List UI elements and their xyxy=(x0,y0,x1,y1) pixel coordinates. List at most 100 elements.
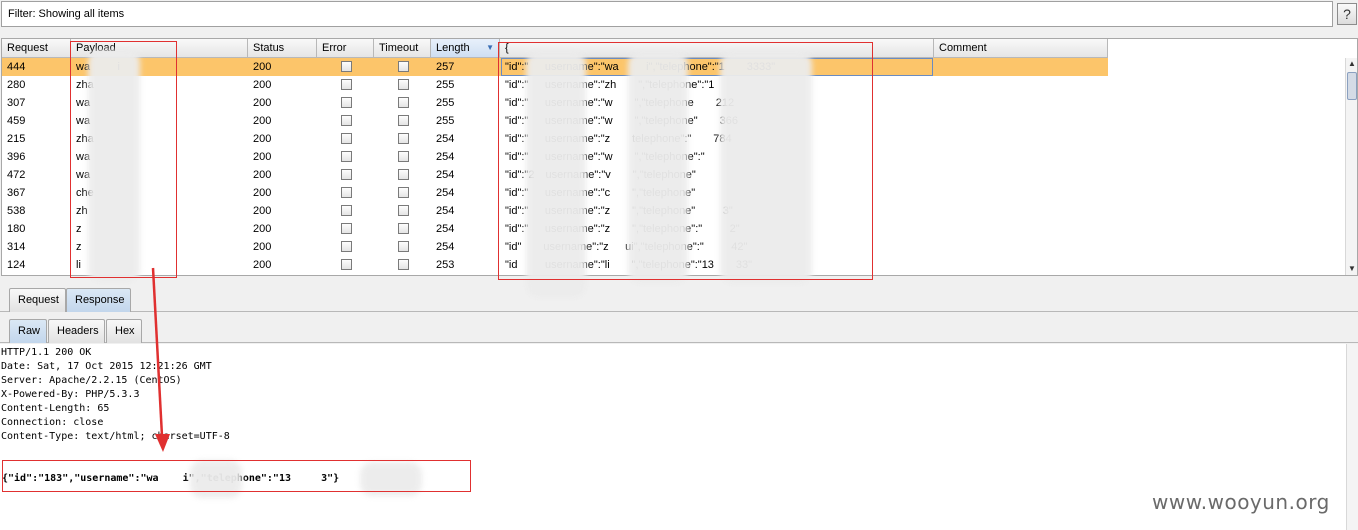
cell-extract: "id":" username":"z telephone":" 784 xyxy=(505,133,732,145)
error-checkbox[interactable] xyxy=(341,151,352,162)
watermark: www.wooyun.org xyxy=(1152,490,1330,514)
cell-request: 538 xyxy=(7,205,26,217)
table-row[interactable]: 314 z 200 254 "id" username":"z ui","telepho… xyxy=(2,238,1108,256)
col-error[interactable]: Error xyxy=(317,39,374,58)
cell-status: 200 xyxy=(253,61,272,73)
cell-payload: z xyxy=(76,241,82,253)
scroll-down-icon[interactable]: ▼ xyxy=(1347,264,1357,274)
cell-extract: "id":" username":"c ","telephone" xyxy=(505,187,718,199)
cell-status: 200 xyxy=(253,97,272,109)
table-row[interactable]: 307 wa 200 255 "id":" username":"w ","teleph… xyxy=(2,94,1108,112)
table-header: Request Payload Status Error Timeout Len… xyxy=(2,39,1108,58)
timeout-checkbox[interactable] xyxy=(398,79,409,90)
cell-length: 257 xyxy=(436,61,455,73)
error-checkbox[interactable] xyxy=(341,79,352,90)
col-payload[interactable]: Payload xyxy=(71,39,248,58)
col-timeout[interactable]: Timeout xyxy=(374,39,431,58)
cell-extract: "id":" username":"zh ","telephone":"1 xyxy=(505,79,737,91)
table-row[interactable]: 180 z 200 254 "id":" username":"z ","telepho… xyxy=(2,220,1108,238)
cell-payload: li xyxy=(76,259,81,271)
cell-length: 254 xyxy=(436,169,455,181)
raw-response[interactable]: HTTP/1.1 200 OK Date: Sat, 17 Oct 2015 1… xyxy=(0,344,1346,530)
cell-extract: "id username":"li ","telephone":"13 33" xyxy=(505,259,753,271)
cell-request: 307 xyxy=(7,97,26,109)
filter-bar: Filter: Showing all items ? xyxy=(0,0,1358,30)
timeout-checkbox[interactable] xyxy=(398,169,409,180)
cell-length: 254 xyxy=(436,241,455,253)
cell-payload: wa xyxy=(76,97,91,109)
tab-headers[interactable]: Headers xyxy=(48,319,105,343)
raw-line: HTTP/1.1 200 OK xyxy=(1,347,92,358)
tab-hex[interactable]: Hex xyxy=(106,319,142,343)
error-checkbox[interactable] xyxy=(341,97,352,108)
scroll-thumb[interactable] xyxy=(1347,72,1357,100)
error-checkbox[interactable] xyxy=(341,169,352,180)
cell-length: 255 xyxy=(436,115,455,127)
cell-request: 215 xyxy=(7,133,26,145)
error-checkbox[interactable] xyxy=(341,241,352,252)
table-row[interactable]: 538 zh 200 254 "id":" username":"z ","teleph… xyxy=(2,202,1108,220)
timeout-checkbox[interactable] xyxy=(398,61,409,72)
raw-line: Server: Apache/2.2.15 (CentOS) xyxy=(1,375,182,386)
tab-request[interactable]: Request xyxy=(9,288,66,312)
cell-status: 200 xyxy=(253,115,272,127)
error-checkbox[interactable] xyxy=(341,61,352,72)
col-status[interactable]: Status xyxy=(248,39,317,58)
table-row[interactable]: 367 che 200 254 "id":" username":"c ","telep… xyxy=(2,184,1108,202)
table-scrollbar[interactable]: ▲ ▼ xyxy=(1345,58,1357,275)
raw-line: Content-Type: text/html; charset=UTF-8 xyxy=(1,431,230,442)
error-checkbox[interactable] xyxy=(341,115,352,126)
cell-extract: "id":"2 username":"v ","telephone" xyxy=(505,169,718,181)
cell-status: 200 xyxy=(253,169,272,181)
col-extract[interactable]: { xyxy=(500,39,934,58)
tab-raw[interactable]: Raw xyxy=(9,319,47,343)
table-row[interactable]: 396 wa 200 254 "id":" username":"w ","teleph… xyxy=(2,148,1108,166)
filter-field[interactable]: Filter: Showing all items xyxy=(1,1,1333,27)
response-body: {"id":"183","username":"wa i","telephone… xyxy=(2,473,340,484)
scroll-up-icon[interactable]: ▲ xyxy=(1347,59,1357,69)
timeout-checkbox[interactable] xyxy=(398,223,409,234)
table-row[interactable]: 444 wa i 200 257 "id":" username":"wa i","te… xyxy=(2,58,1108,76)
cell-status: 200 xyxy=(253,151,272,163)
raw-line: Date: Sat, 17 Oct 2015 12:21:26 GMT xyxy=(1,361,212,372)
cell-extract: "id":" username":"z ","telephone" 3" xyxy=(505,205,733,217)
timeout-checkbox[interactable] xyxy=(398,259,409,270)
error-checkbox[interactable] xyxy=(341,259,352,270)
error-checkbox[interactable] xyxy=(341,205,352,216)
table-row[interactable]: 459 wa 200 255 "id":" username":"w ","teleph… xyxy=(2,112,1108,130)
help-button[interactable]: ? xyxy=(1337,3,1357,25)
table-row[interactable]: 215 zha 200 254 "id":" username":"z telephon… xyxy=(2,130,1108,148)
cell-payload: wa xyxy=(76,169,91,181)
table-row[interactable]: 280 zha 200 255 "id":" username":"zh ","tele… xyxy=(2,76,1108,94)
col-length-label: Length xyxy=(436,42,470,54)
cell-status: 200 xyxy=(253,79,272,91)
cell-status: 200 xyxy=(253,223,272,235)
timeout-checkbox[interactable] xyxy=(398,187,409,198)
tab-response[interactable]: Response xyxy=(66,288,131,312)
focused-cell-border xyxy=(501,58,933,76)
timeout-checkbox[interactable] xyxy=(398,133,409,144)
cell-request: 444 xyxy=(7,61,26,73)
error-checkbox[interactable] xyxy=(341,187,352,198)
timeout-checkbox[interactable] xyxy=(398,241,409,252)
col-comment[interactable]: Comment xyxy=(934,39,1108,58)
cell-request: 280 xyxy=(7,79,26,91)
col-length[interactable]: Length ▼ xyxy=(431,39,500,58)
cell-request: 314 xyxy=(7,241,26,253)
cell-payload: zh xyxy=(76,205,88,217)
cell-payload: wa i xyxy=(76,61,121,73)
table-row[interactable]: 472 wa 200 254 "id":"2 username":"v ","telep… xyxy=(2,166,1108,184)
cell-request: 459 xyxy=(7,115,26,127)
cell-payload: che xyxy=(76,187,94,199)
raw-scrollbar[interactable] xyxy=(1346,344,1358,530)
cell-length: 255 xyxy=(436,97,455,109)
table-row[interactable]: 124 li 200 253 "id username":"li ","telephon… xyxy=(2,256,1108,274)
error-checkbox[interactable] xyxy=(341,223,352,234)
timeout-checkbox[interactable] xyxy=(398,151,409,162)
timeout-checkbox[interactable] xyxy=(398,115,409,126)
timeout-checkbox[interactable] xyxy=(398,97,409,108)
cell-length: 254 xyxy=(436,187,455,199)
col-request[interactable]: Request xyxy=(2,39,71,58)
timeout-checkbox[interactable] xyxy=(398,205,409,216)
error-checkbox[interactable] xyxy=(341,133,352,144)
